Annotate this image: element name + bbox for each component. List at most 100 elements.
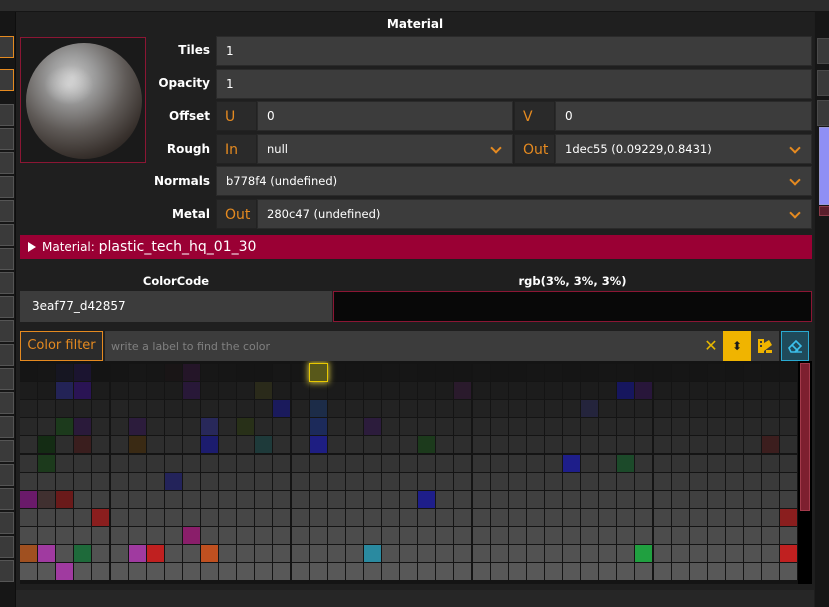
color-cell[interactable] xyxy=(56,563,74,581)
color-cell[interactable] xyxy=(146,418,164,436)
color-cell[interactable] xyxy=(762,382,780,400)
color-cell[interactable] xyxy=(526,563,544,581)
opacity-field[interactable]: 1 xyxy=(216,69,812,99)
color-cell[interactable] xyxy=(617,400,635,418)
color-cell[interactable] xyxy=(92,418,110,436)
color-cell[interactable] xyxy=(255,418,273,436)
color-cell[interactable] xyxy=(617,436,635,454)
color-cell[interactable] xyxy=(291,526,309,544)
color-cell[interactable] xyxy=(363,526,381,544)
color-cell[interactable] xyxy=(38,418,56,436)
color-cell[interactable] xyxy=(581,563,599,581)
color-cell[interactable] xyxy=(490,418,508,436)
color-cell[interactable] xyxy=(563,400,580,418)
color-cell[interactable] xyxy=(472,382,490,400)
side-tab[interactable] xyxy=(0,320,14,342)
color-cell[interactable] xyxy=(164,563,182,581)
color-cell[interactable] xyxy=(219,382,237,400)
color-cell[interactable] xyxy=(382,508,399,526)
color-cell[interactable] xyxy=(255,436,273,454)
color-cell[interactable] xyxy=(472,563,490,581)
color-cell[interactable] xyxy=(490,382,508,400)
color-cell[interactable] xyxy=(653,400,671,418)
color-cell[interactable] xyxy=(454,382,472,400)
color-cell[interactable] xyxy=(38,508,56,526)
color-cell[interactable] xyxy=(110,545,128,562)
color-cell[interactable] xyxy=(617,364,635,381)
color-cell[interactable] xyxy=(164,454,182,472)
color-cell[interactable] xyxy=(400,382,418,400)
color-cell[interactable] xyxy=(762,418,780,436)
color-cell[interactable] xyxy=(454,364,472,381)
color-cell[interactable] xyxy=(255,400,273,418)
side-tab[interactable] xyxy=(0,536,14,558)
color-cell[interactable] xyxy=(273,382,291,400)
color-cell[interactable] xyxy=(20,364,37,381)
color-cell[interactable] xyxy=(255,364,273,381)
color-cell[interactable] xyxy=(635,508,653,526)
color-cell[interactable] xyxy=(345,472,363,490)
color-cell[interactable] xyxy=(725,526,743,544)
color-cell[interactable] xyxy=(671,545,689,562)
color-cell[interactable] xyxy=(563,364,580,381)
color-cell[interactable] xyxy=(436,545,454,562)
color-cell[interactable] xyxy=(436,454,454,472)
color-cell[interactable] xyxy=(689,418,707,436)
color-cell[interactable] xyxy=(707,508,725,526)
color-cell[interactable] xyxy=(454,545,472,562)
color-cell[interactable] xyxy=(472,418,490,436)
color-cell[interactable] xyxy=(707,563,725,581)
color-cell[interactable] xyxy=(400,364,418,381)
color-cell[interactable] xyxy=(599,418,617,436)
color-cell[interactable] xyxy=(725,454,743,472)
color-cell[interactable] xyxy=(345,436,363,454)
color-cell[interactable] xyxy=(635,545,653,562)
color-cell[interactable] xyxy=(508,418,526,436)
color-cell[interactable] xyxy=(436,364,454,381)
color-cell[interactable] xyxy=(725,364,743,381)
color-cell[interactable] xyxy=(744,472,761,490)
side-tab[interactable] xyxy=(0,128,14,150)
color-cell[interactable] xyxy=(508,545,526,562)
color-cell[interactable] xyxy=(472,545,490,562)
side-tab[interactable] xyxy=(0,200,14,222)
color-cell[interactable] xyxy=(472,526,490,544)
color-cell[interactable] xyxy=(128,508,146,526)
color-cell[interactable] xyxy=(780,364,798,381)
color-cell[interactable] xyxy=(744,400,761,418)
color-cell[interactable] xyxy=(219,418,237,436)
color-cell[interactable] xyxy=(219,526,237,544)
color-cell[interactable] xyxy=(762,490,780,508)
color-cell[interactable] xyxy=(110,400,128,418)
color-cell[interactable] xyxy=(544,490,562,508)
color-cell[interactable] xyxy=(20,545,37,562)
color-cell[interactable] xyxy=(725,545,743,562)
color-cell[interactable] xyxy=(653,490,671,508)
color-cell[interactable] xyxy=(508,454,526,472)
color-cell[interactable] xyxy=(164,436,182,454)
color-cell[interactable] xyxy=(128,436,146,454)
color-cell[interactable] xyxy=(255,508,273,526)
color-cell[interactable] xyxy=(92,526,110,544)
color-cell[interactable] xyxy=(689,508,707,526)
color-cell[interactable] xyxy=(345,454,363,472)
color-cell[interactable] xyxy=(472,400,490,418)
color-cell[interactable] xyxy=(762,545,780,562)
color-cell[interactable] xyxy=(635,436,653,454)
color-cell[interactable] xyxy=(164,490,182,508)
right-scroll-indicator[interactable] xyxy=(819,127,829,205)
color-cell[interactable] xyxy=(182,526,200,544)
color-cell[interactable] xyxy=(201,418,218,436)
color-cell[interactable] xyxy=(309,472,327,490)
color-cell[interactable] xyxy=(707,472,725,490)
color-cell[interactable] xyxy=(291,545,309,562)
color-cell[interactable] xyxy=(237,490,255,508)
color-cell[interactable] xyxy=(327,545,345,562)
color-cell[interactable] xyxy=(345,526,363,544)
color-cell[interactable] xyxy=(110,382,128,400)
color-cell[interactable] xyxy=(490,545,508,562)
color-cell[interactable] xyxy=(38,472,56,490)
right-tab[interactable] xyxy=(817,100,829,126)
color-cell[interactable] xyxy=(92,490,110,508)
color-cell[interactable] xyxy=(255,490,273,508)
